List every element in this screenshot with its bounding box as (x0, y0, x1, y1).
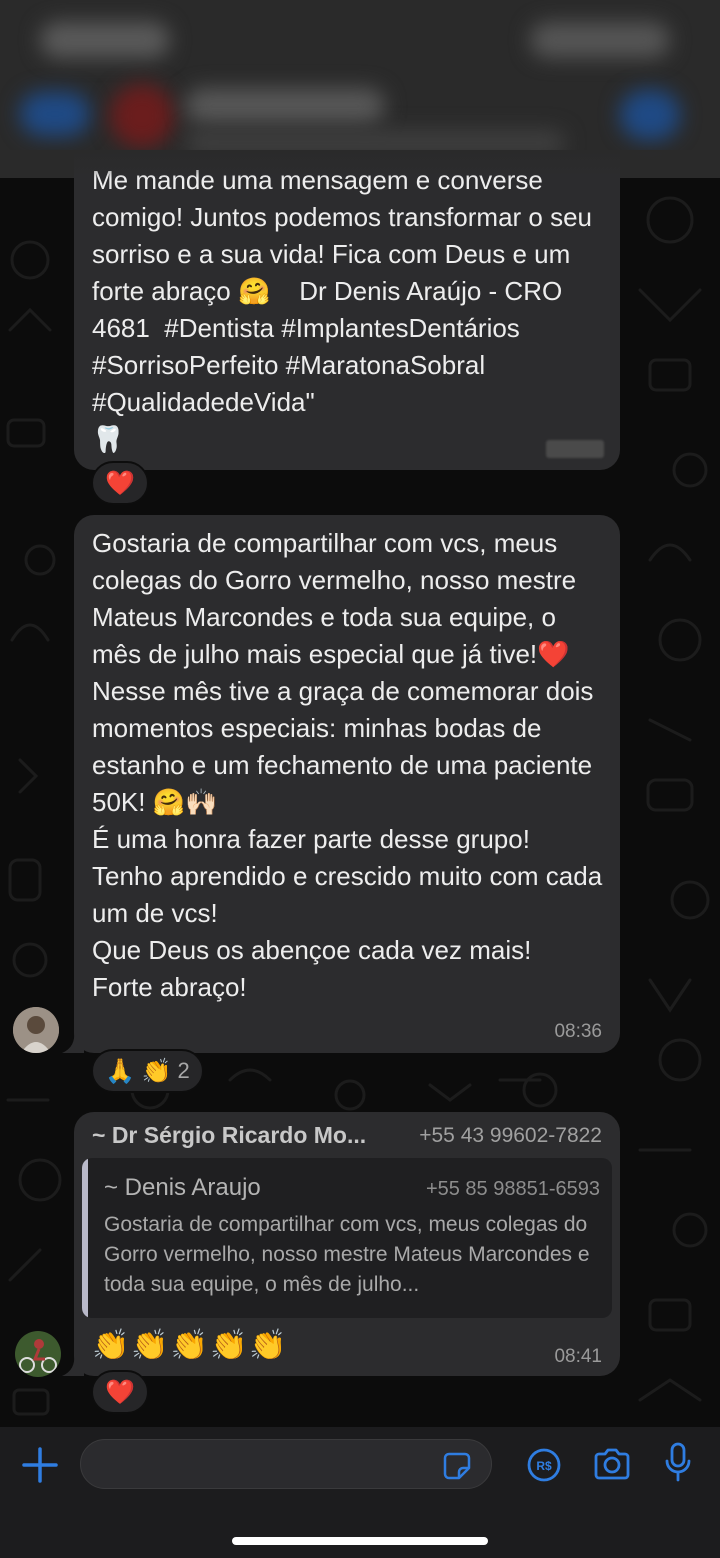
pray-clap-reactions: 🙏 👏 (105, 1057, 172, 1085)
sender-name[interactable]: ~ Dr Sérgio Ricardo Mo... (92, 1122, 366, 1149)
person-avatar-icon (13, 1007, 59, 1053)
payment-icon[interactable]: R$ (526, 1447, 562, 1483)
timestamp-blur (546, 440, 604, 458)
status-time-blur (40, 22, 170, 58)
message-text: Gostaria de compartilhar com vcs, meus c… (92, 528, 603, 1002)
home-indicator[interactable] (232, 1537, 488, 1545)
group-name-blur[interactable] (185, 88, 385, 124)
message-input[interactable] (80, 1439, 492, 1489)
message-time: 08:36 (554, 1021, 602, 1042)
composer-bar: R$ (0, 1427, 720, 1558)
message-text: Me mande uma mensagem e converse comigo!… (92, 165, 593, 454)
reaction-badge[interactable]: 🙏 👏 2 (91, 1049, 204, 1093)
message-time: 08:41 (554, 1346, 602, 1367)
reaction-badge[interactable]: ❤️ (91, 461, 149, 505)
plus-icon[interactable] (20, 1445, 60, 1485)
reaction-badge[interactable]: ❤️ (91, 1370, 149, 1414)
sender-phone: +55 43 99602-7822 (419, 1124, 602, 1147)
sender-avatar[interactable] (13, 1007, 59, 1053)
heart-reaction: ❤️ (105, 469, 135, 497)
group-avatar-blur[interactable] (110, 84, 174, 148)
bubble-tail (62, 1031, 84, 1053)
microphone-icon[interactable] (664, 1441, 692, 1485)
cyclist-avatar-icon (15, 1331, 61, 1377)
quoted-sender-name: ~ Denis Araujo (104, 1174, 261, 1201)
back-button-blur[interactable] (20, 92, 90, 136)
bubble-tail (62, 1354, 84, 1376)
svg-text:R$: R$ (536, 1459, 552, 1473)
message-bubble[interactable]: Gostaria de compartilhar com vcs, meus c… (74, 515, 620, 1053)
quoted-message[interactable]: ~ Denis Araujo +55 85 98851-6593 Gostari… (82, 1158, 612, 1318)
status-icons-blur (530, 22, 670, 58)
header-fade (0, 150, 720, 178)
sender-avatar[interactable] (15, 1331, 61, 1377)
quoted-sender-phone: +55 85 98851-6593 (425, 1178, 600, 1200)
message-bubble[interactable]: Me mande uma mensagem e converse comigo!… (74, 150, 620, 470)
sticker-icon[interactable] (441, 1450, 473, 1482)
call-button-blur[interactable] (620, 90, 680, 140)
message-text: 👏👏👏👏👏 (92, 1329, 289, 1362)
heart-reaction: ❤️ (105, 1378, 135, 1406)
quote-bar (82, 1158, 88, 1318)
quoted-text: Gostaria de compartilhar com vcs, meus c… (104, 1213, 590, 1296)
reaction-count: 2 (177, 1058, 190, 1083)
reply-message-bubble[interactable]: ~ Dr Sérgio Ricardo Mo... +55 43 99602-7… (74, 1112, 620, 1376)
camera-icon[interactable] (592, 1447, 632, 1481)
